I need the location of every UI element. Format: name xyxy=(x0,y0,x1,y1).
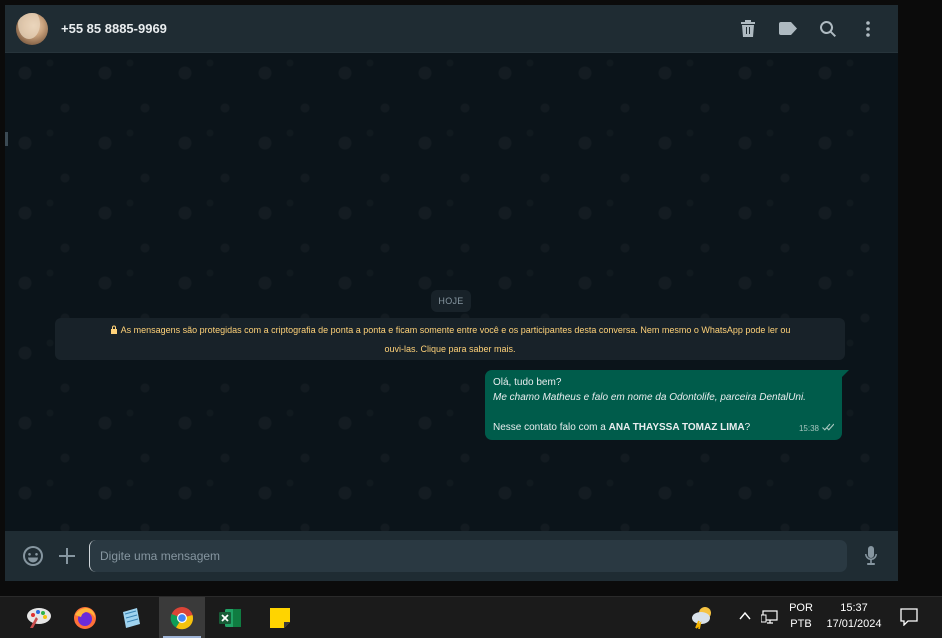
taskbar-notepad[interactable] xyxy=(108,597,154,638)
lock-icon xyxy=(110,322,118,340)
compose-bar xyxy=(5,531,898,581)
message-time: 15:38 xyxy=(798,424,819,433)
scroll-indicator[interactable] xyxy=(5,132,8,146)
language-code: POR xyxy=(789,602,813,614)
outgoing-message[interactable]: Olá, tudo bem? Me chamo Matheus e falo e… xyxy=(485,370,849,440)
double-check-icon xyxy=(819,421,835,436)
message-line-1: Olá, tudo bem? xyxy=(493,377,562,388)
date-chip: HOJE xyxy=(431,290,471,312)
notifications-icon[interactable] xyxy=(900,608,918,631)
microphone-icon[interactable] xyxy=(859,544,883,568)
taskbar-chrome[interactable] xyxy=(159,597,205,638)
contact-avatar[interactable] xyxy=(16,12,48,45)
taskbar-paint[interactable] xyxy=(16,597,62,638)
label-icon[interactable] xyxy=(776,17,800,41)
search-icon[interactable] xyxy=(816,17,840,41)
keyboard-layout: PTB xyxy=(790,618,812,630)
network-icon[interactable] xyxy=(760,609,779,630)
header-actions xyxy=(720,5,880,52)
message-line-3-suffix: ? xyxy=(744,422,751,433)
firefox-icon xyxy=(74,606,96,629)
chat-header: +55 85 8885-9969 xyxy=(5,5,898,53)
whatsapp-window: +55 85 8885-9969 HOJE As mensagens são p… xyxy=(5,5,898,581)
taskbar-firefox[interactable] xyxy=(62,597,108,638)
sticky-notes-icon xyxy=(270,607,290,628)
encryption-notice[interactable]: As mensagens são protegidas com a cripto… xyxy=(55,318,845,360)
windows-taskbar: POR PTB 15:37 17/01/2024 xyxy=(0,596,942,638)
menu-icon[interactable] xyxy=(856,17,880,41)
message-line-2: Me chamo Matheus e falo em nome da Odont… xyxy=(493,392,806,403)
message-line-3-prefix: Nesse contato falo com a xyxy=(493,422,609,433)
contact-name[interactable]: +55 85 8885-9969 xyxy=(61,21,167,36)
message-line-3: Nesse contato falo com a ANA THAYSSA TOM… xyxy=(493,420,834,435)
attach-plus-icon[interactable] xyxy=(55,544,79,568)
clock-time: 15:37 xyxy=(840,602,868,614)
chevron-up-icon[interactable] xyxy=(738,609,752,628)
encryption-notice-line1: As mensagens são protegidas com a cripto… xyxy=(120,325,791,335)
emoji-icon[interactable] xyxy=(21,544,45,568)
notepad-icon xyxy=(123,607,140,628)
weather-icon[interactable] xyxy=(690,605,716,634)
excel-icon xyxy=(219,608,241,627)
message-meta: 15:38 xyxy=(798,421,835,436)
clock-date: 17/01/2024 xyxy=(826,618,882,630)
taskbar-excel[interactable] xyxy=(207,597,253,638)
taskbar-sticky-notes[interactable] xyxy=(257,597,303,638)
paint-icon xyxy=(27,607,51,628)
chrome-icon xyxy=(170,606,194,629)
message-contact-name: ANA THAYSSA TOMAZ LIMA xyxy=(608,422,745,433)
clock[interactable]: 15:37 17/01/2024 xyxy=(822,600,886,632)
chat-area[interactable]: HOJE As mensagens são protegidas com a c… xyxy=(5,53,898,531)
message-input[interactable] xyxy=(89,540,847,572)
encryption-notice-line2: ouvi-las. Clique para saber mais. xyxy=(384,344,516,354)
delete-icon[interactable] xyxy=(736,17,760,41)
input-language[interactable]: POR PTB xyxy=(786,600,816,632)
